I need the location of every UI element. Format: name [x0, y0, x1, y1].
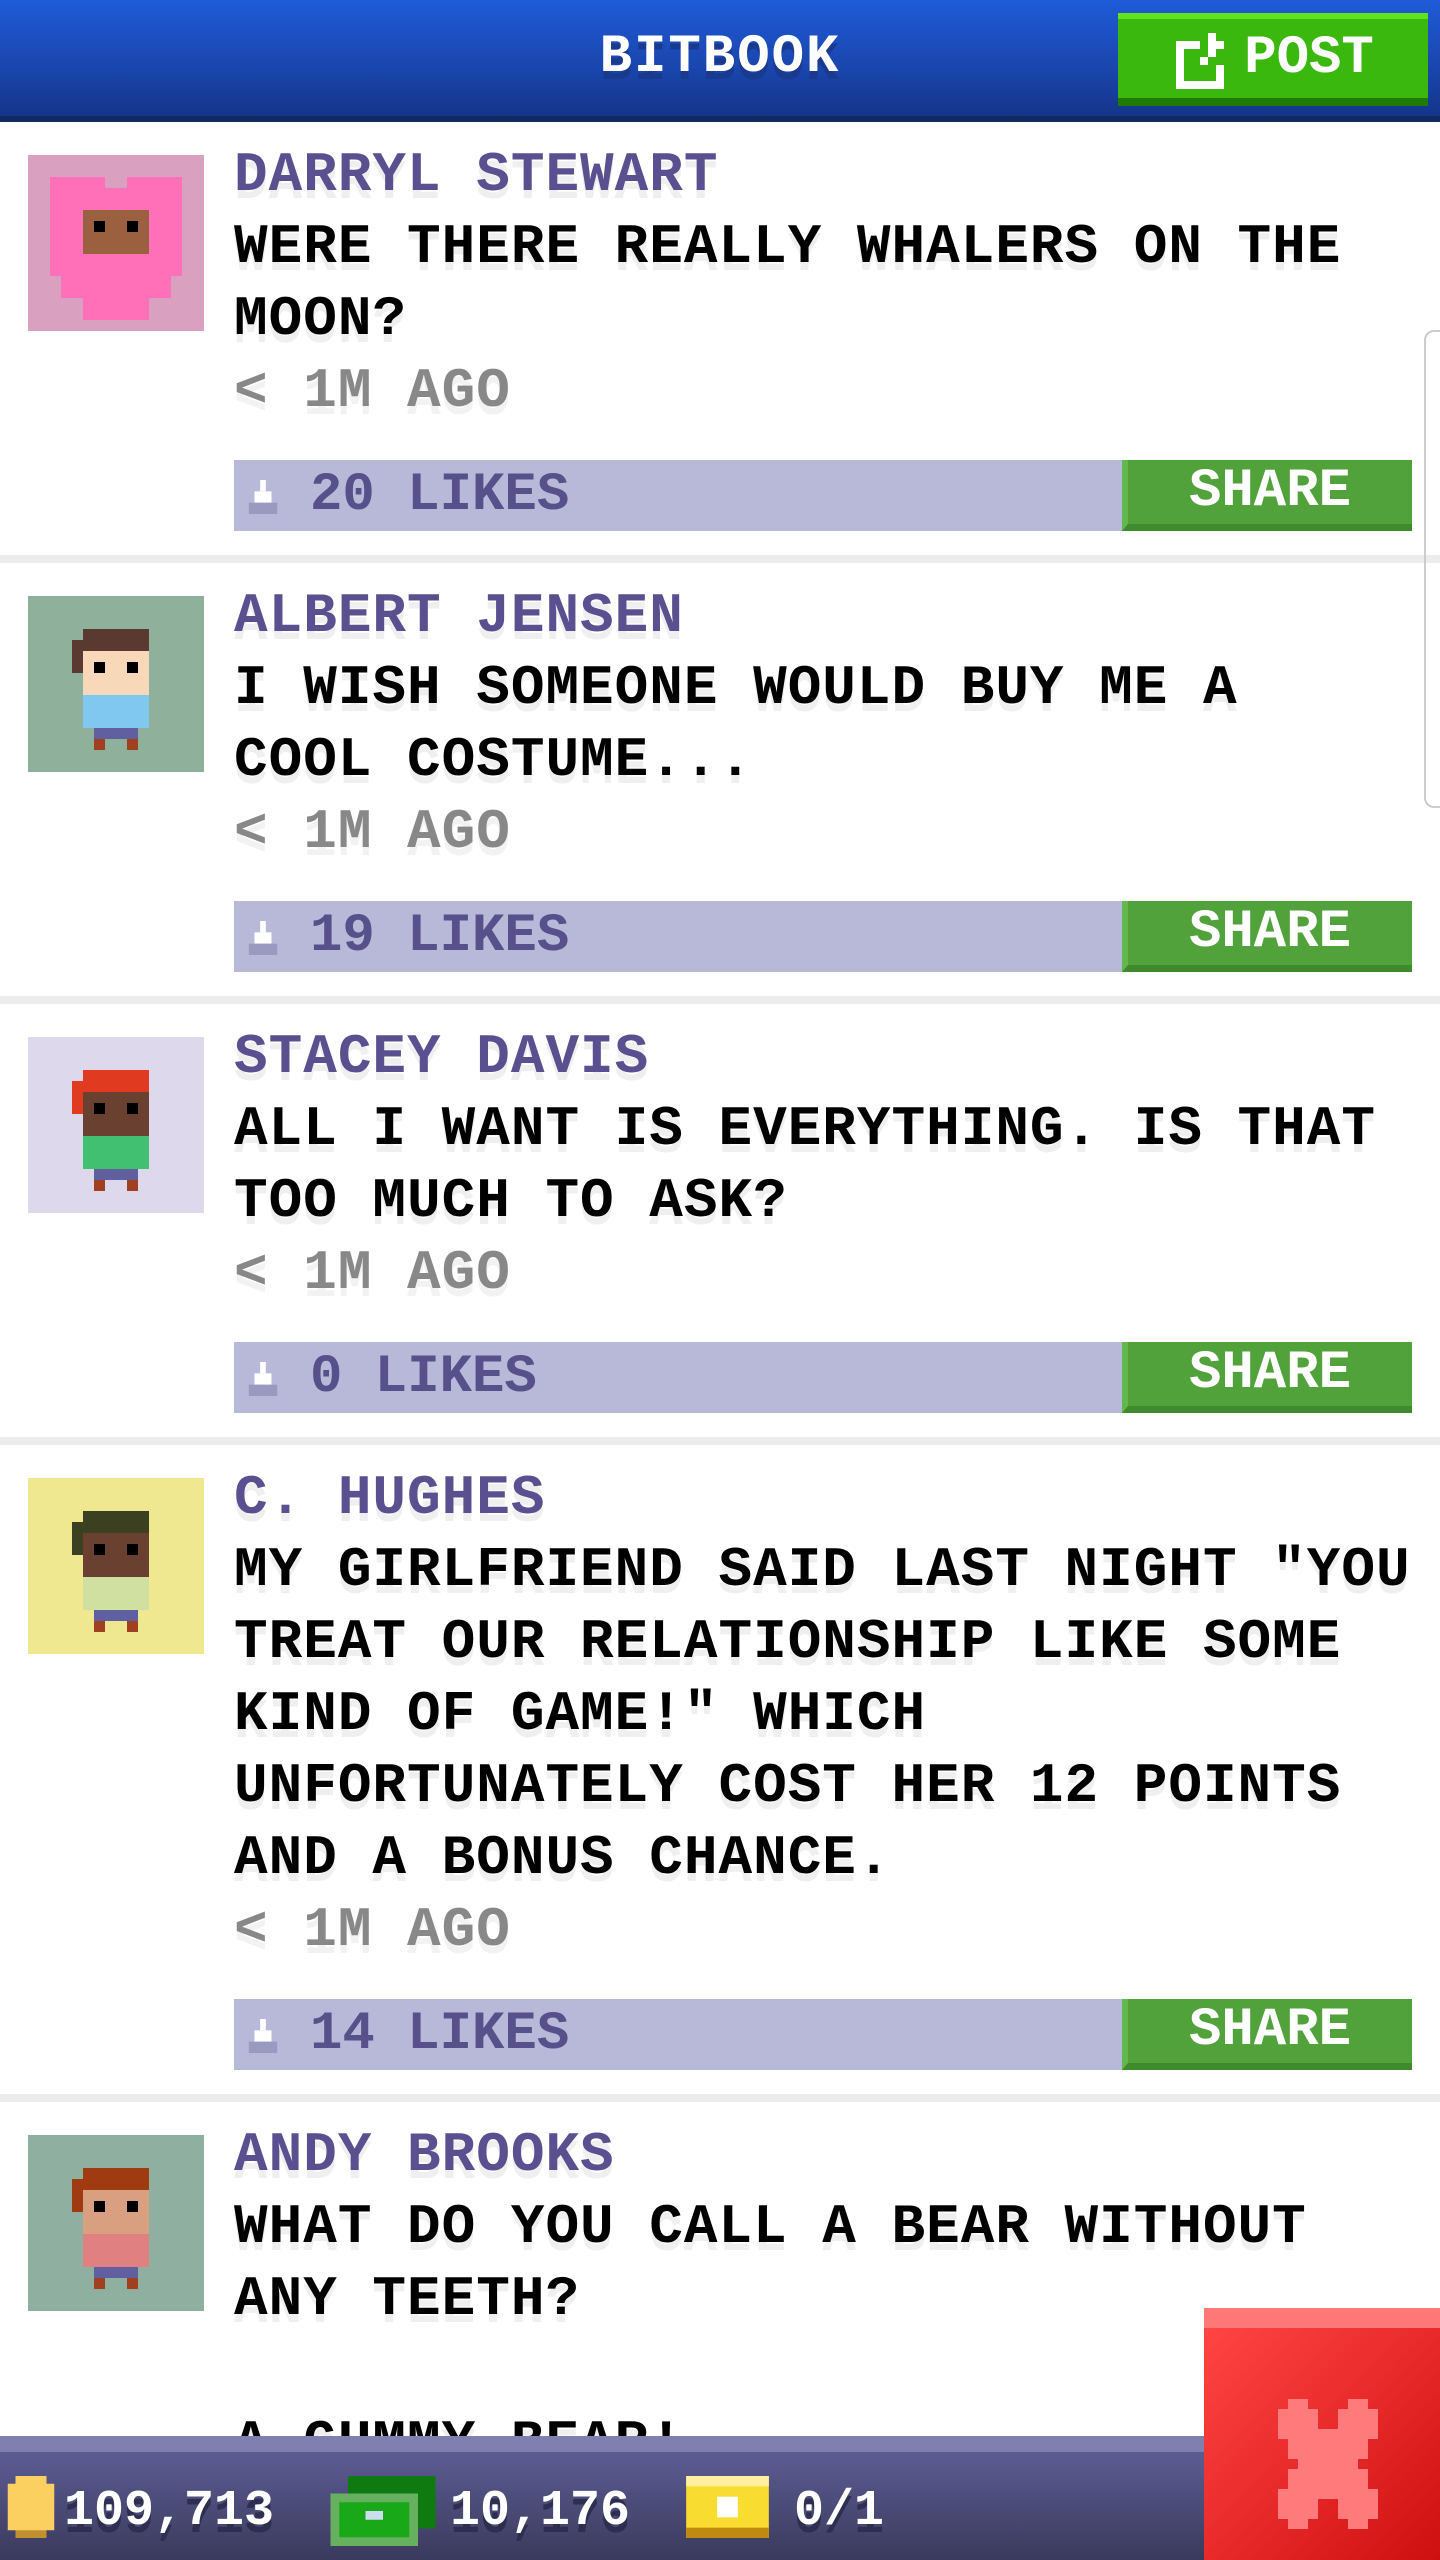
- likes-count: 14 LIKES: [310, 2004, 570, 2065]
- post-text-line: WERE THERE REALLY WHALERS ON THE: [234, 215, 1342, 279]
- like-icon[interactable]: [248, 2019, 278, 2053]
- post-timestamp: < 1M AGO: [234, 1241, 511, 1305]
- likes-bar: 14 LIKES SHARE: [234, 1999, 1412, 2070]
- likes-count: 19 LIKES: [310, 906, 570, 967]
- post-timestamp: < 1M AGO: [234, 1898, 511, 1962]
- post-timestamp: < 1M AGO: [234, 359, 511, 423]
- share-button[interactable]: SHARE: [1122, 460, 1412, 531]
- like-icon[interactable]: [248, 480, 278, 514]
- tickets-count: 0/1: [794, 2483, 885, 2540]
- close-x-icon: [1278, 2399, 1378, 2529]
- author-name[interactable]: DARRYL STEWART: [234, 139, 1440, 211]
- post-text-line: ALL I WANT IS EVERYTHING. IS THAT: [234, 1097, 1376, 1161]
- top-bar: BITBOOK POST: [0, 0, 1440, 122]
- author-name[interactable]: C. HUGHES: [234, 1462, 1440, 1534]
- like-icon[interactable]: [248, 1362, 278, 1396]
- avatar[interactable]: [28, 596, 204, 772]
- post-label: POST: [1244, 28, 1374, 89]
- post-card: C. HUGHES MY GIRLFRIEND SAID LAST NIGHT "…: [0, 1445, 1440, 2102]
- avatar[interactable]: [28, 1478, 204, 1654]
- likes-bar: 20 LIKES SHARE: [234, 460, 1412, 531]
- post-feed[interactable]: DARRYL STEWART WERE THERE REALLY WHALERS …: [0, 122, 1440, 2511]
- author-name[interactable]: ALBERT JENSEN: [234, 580, 1440, 652]
- share-button[interactable]: SHARE: [1122, 901, 1412, 972]
- author-name[interactable]: STACEY DAVIS: [234, 1021, 1440, 1093]
- share-button[interactable]: SHARE: [1122, 1999, 1412, 2070]
- edit-icon: [1176, 32, 1225, 89]
- post-button[interactable]: POST: [1118, 13, 1428, 106]
- author-name[interactable]: ANDY BROOKS: [234, 2119, 1440, 2191]
- post-text-line: MY GIRLFRIEND SAID LAST NIGHT "YOU: [234, 1538, 1411, 1602]
- post-text-line: TOO MUCH TO ASK?: [234, 1169, 788, 1233]
- like-icon[interactable]: [248, 921, 278, 955]
- close-button[interactable]: [1204, 2308, 1440, 2560]
- post-text-line: COOL COSTUME...: [234, 728, 754, 792]
- post-text-line: WHAT DO YOU CALL A BEAR WITHOUT: [234, 2195, 1307, 2259]
- avatar[interactable]: [28, 1037, 204, 1213]
- coins-count: 109,713: [64, 2483, 275, 2540]
- post-card: DARRYL STEWART WERE THERE REALLY WHALERS …: [0, 122, 1440, 563]
- post-card: STACEY DAVIS ALL I WANT IS EVERYTHING. IS…: [0, 1004, 1440, 1445]
- post-timestamp: < 1M AGO: [234, 800, 511, 864]
- post-text-line: I WISH SOMEONE WOULD BUY ME A: [234, 656, 1238, 720]
- post-card: ALBERT JENSEN I WISH SOMEONE WOULD BUY ME…: [0, 563, 1440, 1004]
- ticket-icon: [686, 2476, 769, 2538]
- post-text-line: UNFORTUNATELY COST HER 12 POINTS: [234, 1754, 1342, 1818]
- coin-icon: [7, 2476, 55, 2538]
- post-text-line: TREAT OUR RELATIONSHIP LIKE SOME: [234, 1610, 1342, 1674]
- likes-bar: 19 LIKES SHARE: [234, 901, 1412, 972]
- likes-count: 0 LIKES: [310, 1347, 537, 1408]
- avatar[interactable]: [28, 2135, 204, 2311]
- likes-count: 20 LIKES: [310, 465, 570, 526]
- share-button[interactable]: SHARE: [1122, 1342, 1412, 1413]
- post-text-line: MOON?: [234, 287, 408, 351]
- bux-count: 10,176: [450, 2483, 631, 2540]
- post-text-line: KIND OF GAME!" WHICH: [234, 1682, 927, 1746]
- post-text-line: AND A BONUS CHANCE.: [234, 1826, 892, 1890]
- likes-bar: 0 LIKES SHARE: [234, 1342, 1412, 1413]
- avatar[interactable]: [28, 155, 204, 331]
- scrollbar[interactable]: [1424, 330, 1440, 808]
- bux-icon: [330, 2476, 436, 2546]
